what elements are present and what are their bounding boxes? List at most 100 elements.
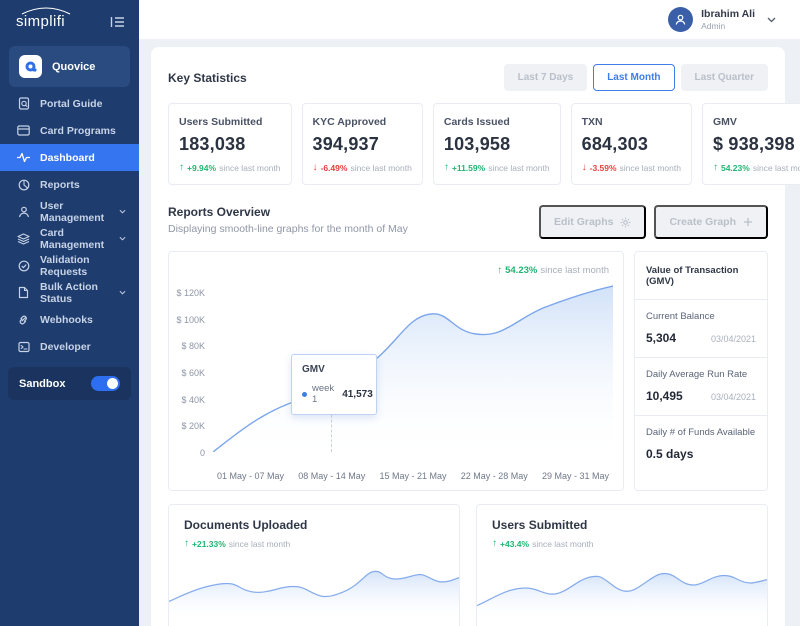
sidebar-nav: Portal Guide Card Programs Dashboard Rep…	[0, 90, 139, 360]
chevron-down-icon	[119, 290, 126, 295]
stat-label: GMV	[713, 116, 800, 128]
avatar[interactable]	[668, 7, 693, 32]
charts-row: ↑ 54.23% since last month $ 120K $ 100K …	[168, 251, 768, 491]
stat-card-users-submitted: Users Submitted 183,038 ↑ +9.94% since l…	[168, 103, 292, 185]
up-arrow-icon: ↑	[184, 538, 189, 549]
sidebar-item-label: Validation Requests	[40, 254, 126, 278]
sidebar-item-label: Portal Guide	[40, 98, 102, 110]
spark-delta-note: since last month	[229, 539, 290, 549]
logo-arc-icon	[20, 6, 72, 15]
create-graph-button[interactable]: Create Graph	[654, 205, 768, 239]
x-axis-labels: 01 May - 07 May 08 May - 14 May 15 May -…	[213, 471, 613, 481]
sidebar-item-dashboard[interactable]: Dashboard	[0, 144, 139, 171]
pie-chart-icon	[17, 179, 30, 191]
sidebar-item-reports[interactable]: Reports	[0, 171, 139, 198]
stat-cards-row: Users Submitted 183,038 ↑ +9.94% since l…	[168, 103, 768, 185]
up-arrow-icon: ↑	[497, 265, 502, 276]
time-filter-group: Last 7 Days Last Month Last Quarter	[504, 64, 768, 91]
sidebar-item-label: Reports	[40, 179, 80, 191]
key-statistics-title: Key Statistics	[168, 71, 247, 85]
sidebar-item-label: Developer	[40, 341, 91, 353]
chevron-down-icon	[119, 236, 126, 241]
sidebar-item-webhooks[interactable]: Webhooks	[0, 306, 139, 333]
user-name: Ibrahim Ali	[701, 8, 755, 21]
documents-uploaded-card[interactable]: Documents Uploaded ↑ +21.33% since last …	[168, 504, 460, 626]
y-tick: $ 60K	[181, 368, 205, 378]
panel-row-label: Daily # of Funds Available	[646, 427, 756, 438]
stat-delta-pct: -6.49%	[321, 163, 348, 173]
spark-card-delta: ↑ +21.33% since last month	[184, 538, 444, 549]
app-logo-text: simplifi	[16, 13, 65, 30]
chart-delta: ↑ 54.23% since last month	[497, 265, 609, 276]
file-icon	[17, 286, 30, 299]
sidebar-item-label: User Management	[40, 200, 109, 224]
panel-row-value: 5,304	[646, 331, 676, 345]
edit-graphs-label: Edit Graphs	[554, 216, 614, 228]
reports-overview-subtitle: Displaying smooth-line graphs for the mo…	[168, 223, 408, 235]
chart-delta-pct: 54.23%	[505, 265, 537, 276]
stat-delta-pct: 54.23%	[721, 163, 750, 173]
org-name: Quovice	[52, 61, 95, 73]
stat-card-txn: TXN 684,303 ↓ -3.59% since last month	[571, 103, 692, 185]
y-tick: 0	[200, 448, 205, 458]
panel-row-value: 0.5 days	[646, 447, 693, 461]
stat-delta-pct: +11.59%	[452, 163, 485, 173]
stat-card-kyc-approved: KYC Approved 394,937 ↓ -6.49% since last…	[302, 103, 423, 185]
reports-overview-header: Reports Overview Displaying smooth-line …	[168, 205, 768, 239]
reports-overview-title: Reports Overview	[168, 205, 408, 219]
edit-graphs-button[interactable]: Edit Graphs	[539, 205, 647, 239]
create-graph-label: Create Graph	[669, 216, 736, 228]
stat-delta-note: since last month	[620, 163, 681, 173]
sidebar-item-user-management[interactable]: User Management	[0, 198, 139, 225]
users-submitted-card[interactable]: Users Submitted ↑ +43.4% since last mont…	[476, 504, 768, 626]
spark-delta-pct: +21.33%	[192, 539, 226, 549]
x-tick: 22 May - 28 May	[461, 471, 528, 481]
stat-label: KYC Approved	[313, 116, 412, 128]
sidebar-logo-row: simplifi	[0, 0, 139, 38]
y-axis-labels: $ 120K $ 100K $ 80K $ 60K $ 40K $ 20K 0	[169, 288, 205, 458]
chart-tooltip: GMV week 1 41,573	[291, 354, 377, 415]
sidebar-collapse-icon[interactable]	[110, 16, 125, 28]
gmv-line-chart[interactable]: ↑ 54.23% since last month $ 120K $ 100K …	[168, 251, 624, 491]
gmv-area-series	[213, 280, 613, 452]
sidebar: simplifi Quovice Portal Guide Card Progr…	[0, 0, 139, 626]
content-card: Key Statistics Last 7 Days Last Month La…	[151, 47, 785, 626]
stat-delta: ↓ -6.49% since last month	[313, 162, 412, 173]
sidebar-item-card-management[interactable]: Card Management	[0, 225, 139, 252]
sidebar-item-validation-requests[interactable]: Validation Requests	[0, 252, 139, 279]
org-switcher[interactable]: Quovice	[9, 46, 130, 87]
sandbox-toggle[interactable]	[91, 376, 120, 391]
stat-value: 183,038	[179, 134, 281, 155]
filter-last-quarter[interactable]: Last Quarter	[681, 64, 768, 91]
y-tick: $ 80K	[181, 341, 205, 351]
stat-value: 394,937	[313, 134, 412, 155]
filter-last-month[interactable]: Last Month	[593, 64, 674, 91]
user-role: Admin	[701, 21, 755, 31]
tooltip-value: 41,573	[342, 389, 373, 400]
sidebar-item-bulk-action-status[interactable]: Bulk Action Status	[0, 279, 139, 306]
panel-row-value: 10,495	[646, 389, 683, 403]
sidebar-item-portal-guide[interactable]: Portal Guide	[0, 90, 139, 117]
sidebar-item-developer[interactable]: Developer	[0, 333, 139, 360]
stat-label: TXN	[582, 116, 681, 128]
document-search-icon	[17, 97, 30, 110]
stat-label: Users Submitted	[179, 116, 281, 128]
x-tick: 29 May - 31 May	[542, 471, 609, 481]
sidebar-item-card-programs[interactable]: Card Programs	[0, 117, 139, 144]
filter-last-7-days[interactable]: Last 7 Days	[504, 64, 588, 91]
layers-icon	[17, 233, 30, 245]
check-circle-icon	[17, 260, 30, 272]
user-menu[interactable]: Ibrahim Ali Admin	[701, 8, 755, 31]
bottom-cards-row: Documents Uploaded ↑ +21.33% since last …	[168, 504, 768, 626]
sidebar-item-label: Card Programs	[40, 125, 116, 137]
tooltip-series-label: week 1	[312, 383, 334, 405]
gmv-summary-panel: Value of Transaction (GMV) Current Balan…	[634, 251, 768, 491]
up-arrow-icon: ↑	[179, 162, 184, 173]
up-arrow-icon: ↑	[444, 162, 449, 173]
stat-delta: ↑ +11.59% since last month	[444, 162, 550, 173]
y-tick: $ 40K	[181, 395, 205, 405]
app-logo: simplifi	[16, 13, 65, 30]
org-logo-icon	[19, 55, 42, 78]
chevron-down-icon[interactable]	[767, 17, 776, 23]
down-arrow-icon: ↓	[582, 162, 587, 173]
